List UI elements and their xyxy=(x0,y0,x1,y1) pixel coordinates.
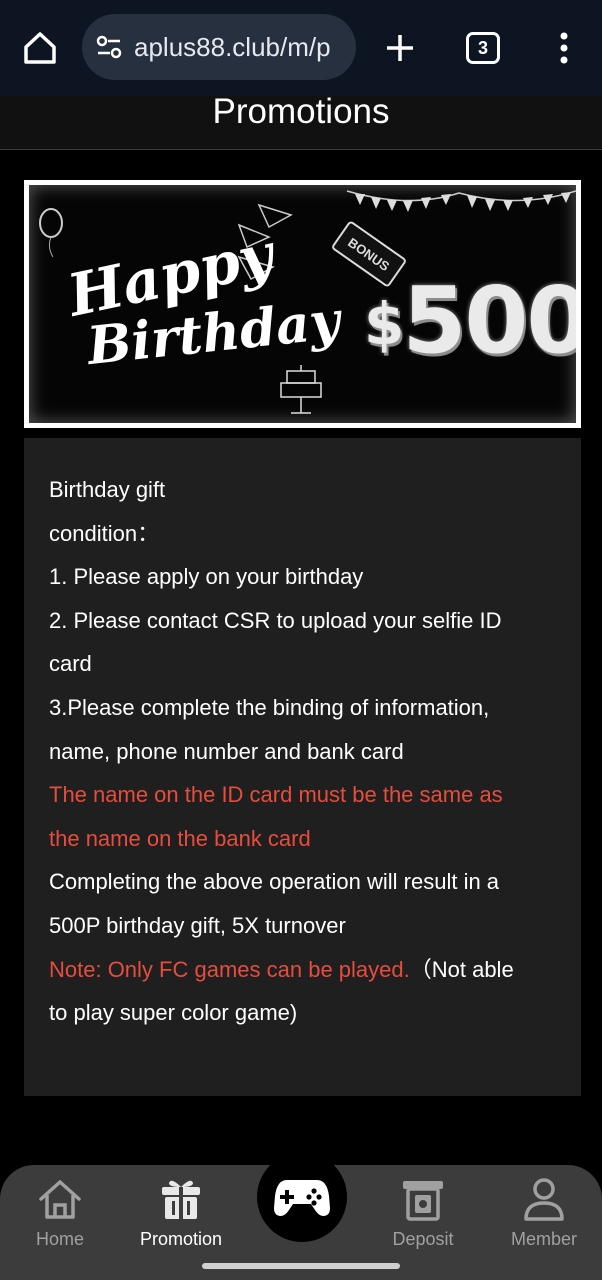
currency-symbol: $ xyxy=(364,290,404,358)
promo-banner[interactable]: Happy Birthday BONUS $500 xyxy=(24,180,581,428)
nav-label-home: Home xyxy=(35,1229,84,1249)
note-line: Note: Only FC games can be played.（Not a… xyxy=(49,948,557,992)
banner-image: Happy Birthday BONUS $500 xyxy=(29,185,576,423)
detail-line: 1. Please apply on your birthday xyxy=(49,564,364,590)
tab-switcher-button[interactable]: 3 xyxy=(466,32,500,64)
nav-label-member: Member xyxy=(510,1229,577,1249)
home-icon xyxy=(39,1180,81,1219)
deposit-icon xyxy=(403,1181,443,1221)
warning-line: the name on the bank card xyxy=(49,825,311,851)
detail-line: name, phone number and bank card xyxy=(49,738,404,764)
detail-line: Completing the above operation will resu… xyxy=(49,869,500,895)
page-header: Promotions xyxy=(0,92,602,150)
user-icon xyxy=(524,1178,564,1221)
detail-line: 2. Please contact CSR to upload your sel… xyxy=(49,607,502,633)
new-tab-icon[interactable] xyxy=(380,28,420,68)
amount-value: 500 xyxy=(402,267,576,374)
overflow-menu-icon[interactable] xyxy=(550,28,578,68)
nav-label-deposit: Deposit xyxy=(392,1229,454,1249)
detail-line: to play super color game) xyxy=(49,1000,298,1026)
games-button[interactable] xyxy=(257,1152,347,1242)
nav-item-promotion[interactable]: Promotion xyxy=(131,1177,231,1250)
nav-label-promotion: Promotion xyxy=(139,1229,223,1249)
gamepad-icon xyxy=(274,1180,330,1216)
gift-icon xyxy=(162,1180,200,1219)
nav-item-member[interactable]: Member xyxy=(494,1177,594,1250)
gesture-bar xyxy=(202,1263,400,1269)
site-settings-icon[interactable] xyxy=(94,32,124,62)
detail-line: card xyxy=(49,651,92,677)
promotion-details: Birthday gift condition： 1. Please apply… xyxy=(24,438,581,1096)
address-bar[interactable]: aplus88.club/m/p xyxy=(82,14,356,80)
note-red-text: Note: Only FC games can be played. xyxy=(49,956,410,982)
bonus-amount: $500 xyxy=(364,267,576,374)
warning-line: The name on the ID card must be the same… xyxy=(49,782,503,808)
nav-item-home[interactable]: Home xyxy=(10,1177,110,1250)
detail-line: 500P birthday gift, 5X turnover xyxy=(49,912,346,938)
page-title: Promotions xyxy=(212,92,390,131)
note-white-text: （Not able xyxy=(409,956,514,982)
nav-item-deposit[interactable]: Deposit xyxy=(373,1177,473,1250)
detail-line: 3.Please complete the binding of informa… xyxy=(49,694,490,720)
browser-home-icon[interactable] xyxy=(20,28,60,68)
detail-line: Birthday gift xyxy=(49,477,166,502)
detail-line: condition： xyxy=(49,520,160,546)
url-text: aplus88.club/m/p xyxy=(134,31,331,62)
browser-toolbar: aplus88.club/m/p 3 xyxy=(0,0,602,96)
